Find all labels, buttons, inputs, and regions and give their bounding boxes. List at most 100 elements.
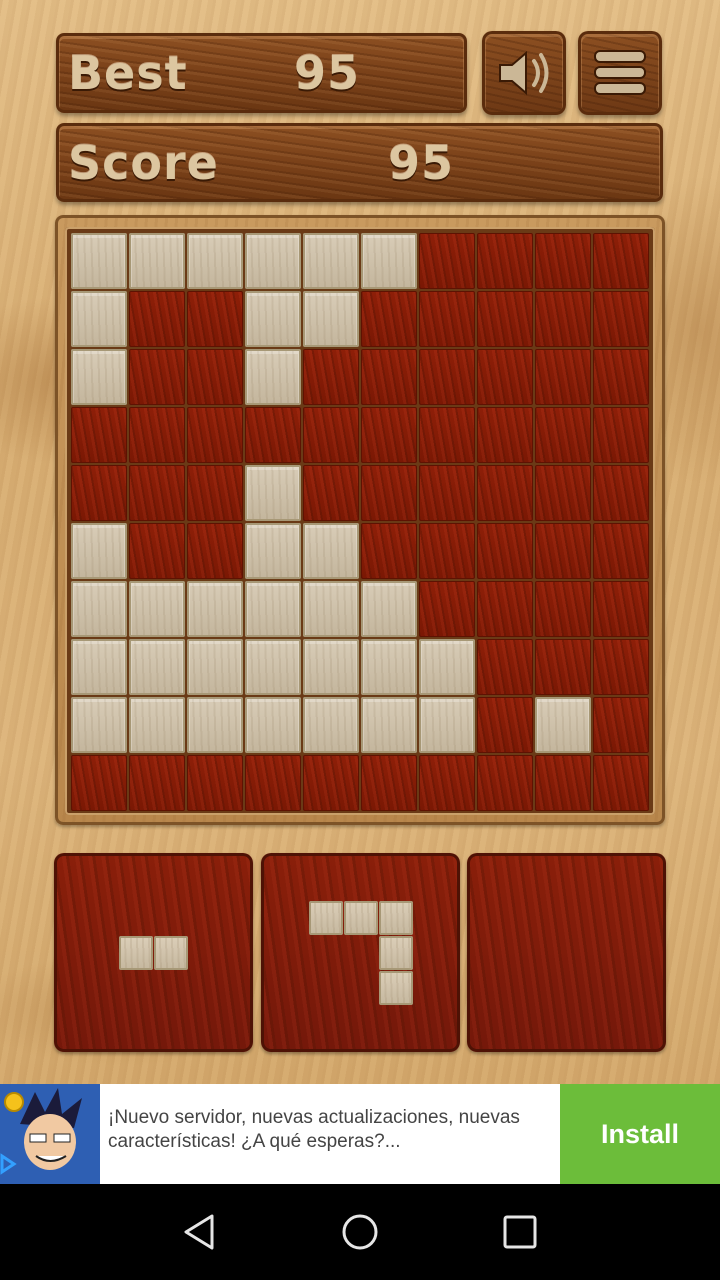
horizontal-domino-block[interactable] (119, 936, 153, 970)
board-cell-empty[interactable] (187, 291, 243, 347)
board-cell-empty[interactable] (535, 755, 591, 811)
board-cell-filled[interactable] (245, 349, 301, 405)
board-cell-empty[interactable] (187, 523, 243, 579)
board-cell-filled[interactable] (129, 233, 185, 289)
board-cell-empty[interactable] (477, 291, 533, 347)
board-cell-empty[interactable] (535, 523, 591, 579)
hook-piece-block[interactable] (379, 936, 413, 970)
hook-piece-block[interactable] (309, 901, 343, 935)
board-cell-empty[interactable] (477, 349, 533, 405)
board-cell-empty[interactable] (187, 349, 243, 405)
board-cell-filled[interactable] (245, 465, 301, 521)
board-cell-empty[interactable] (361, 465, 417, 521)
board-cell-filled[interactable] (245, 291, 301, 347)
board-cell-filled[interactable] (535, 697, 591, 753)
board-cell-filled[interactable] (71, 523, 127, 579)
board-cell-filled[interactable] (303, 697, 359, 753)
board-cell-filled[interactable] (129, 581, 185, 637)
board-cell-empty[interactable] (593, 697, 649, 753)
board-cell-filled[interactable] (71, 349, 127, 405)
board-cell-filled[interactable] (71, 581, 127, 637)
board-cell-empty[interactable] (593, 407, 649, 463)
board-cell-empty[interactable] (245, 407, 301, 463)
board-cell-empty[interactable] (535, 349, 591, 405)
board-cell-filled[interactable] (245, 233, 301, 289)
board-cell-empty[interactable] (593, 465, 649, 521)
board-cell-empty[interactable] (187, 465, 243, 521)
board-cell-empty[interactable] (187, 407, 243, 463)
board-cell-filled[interactable] (71, 291, 127, 347)
board-cell-filled[interactable] (245, 523, 301, 579)
board-cell-empty[interactable] (593, 233, 649, 289)
piece-tray-1[interactable] (54, 853, 253, 1052)
board-cell-filled[interactable] (71, 233, 127, 289)
board-cell-filled[interactable] (187, 233, 243, 289)
board-cell-empty[interactable] (419, 291, 475, 347)
board-cell-filled[interactable] (303, 233, 359, 289)
board-cell-empty[interactable] (477, 407, 533, 463)
install-button[interactable]: Install (560, 1084, 720, 1184)
board-cell-empty[interactable] (361, 349, 417, 405)
board-cell-empty[interactable] (593, 349, 649, 405)
board-cell-empty[interactable] (419, 755, 475, 811)
board-cell-empty[interactable] (71, 407, 127, 463)
board-cell-filled[interactable] (187, 581, 243, 637)
board-cell-filled[interactable] (419, 639, 475, 695)
board-cell-empty[interactable] (129, 755, 185, 811)
board-cell-empty[interactable] (477, 581, 533, 637)
board-cell-empty[interactable] (129, 349, 185, 405)
menu-button[interactable] (578, 31, 662, 115)
board-cell-empty[interactable] (477, 523, 533, 579)
board-cell-filled[interactable] (245, 639, 301, 695)
board-cell-filled[interactable] (303, 639, 359, 695)
ad-banner[interactable]: ¡Nuevo servidor, nuevas actualizaciones,… (0, 1084, 720, 1184)
board-cell-filled[interactable] (187, 697, 243, 753)
hook-piece-block[interactable] (379, 971, 413, 1005)
board-cell-filled[interactable] (129, 697, 185, 753)
board-cell-empty[interactable] (361, 291, 417, 347)
board-cell-empty[interactable] (593, 523, 649, 579)
board-cell-filled[interactable] (71, 639, 127, 695)
board-cell-empty[interactable] (593, 755, 649, 811)
board-cell-filled[interactable] (361, 697, 417, 753)
hook-piece-block[interactable] (344, 901, 378, 935)
board-cell-empty[interactable] (535, 465, 591, 521)
board-cell-empty[interactable] (187, 755, 243, 811)
sound-button[interactable] (482, 31, 566, 115)
board-cell-filled[interactable] (303, 523, 359, 579)
board-cell-empty[interactable] (477, 233, 533, 289)
board-cell-empty[interactable] (477, 697, 533, 753)
board-cell-filled[interactable] (361, 639, 417, 695)
board-cell-empty[interactable] (419, 349, 475, 405)
board-cell-filled[interactable] (129, 639, 185, 695)
board-cell-empty[interactable] (477, 755, 533, 811)
board-cell-empty[interactable] (477, 639, 533, 695)
board-cell-filled[interactable] (303, 291, 359, 347)
board-cell-empty[interactable] (71, 755, 127, 811)
recents-square-icon[interactable] (500, 1212, 540, 1252)
board-cell-filled[interactable] (361, 233, 417, 289)
board-cell-empty[interactable] (129, 465, 185, 521)
board-cell-empty[interactable] (361, 407, 417, 463)
ad-text[interactable]: ¡Nuevo servidor, nuevas actualizaciones,… (108, 1106, 548, 1154)
home-circle-icon[interactable] (340, 1212, 380, 1252)
board-cell-empty[interactable] (535, 581, 591, 637)
board-cell-empty[interactable] (129, 291, 185, 347)
board-cell-empty[interactable] (593, 291, 649, 347)
board-cell-filled[interactable] (71, 697, 127, 753)
board-cell-empty[interactable] (303, 349, 359, 405)
board-cell-empty[interactable] (245, 755, 301, 811)
board-cell-filled[interactable] (361, 581, 417, 637)
board-cell-empty[interactable] (129, 407, 185, 463)
board-cell-empty[interactable] (419, 581, 475, 637)
board-cell-empty[interactable] (535, 291, 591, 347)
board-cell-empty[interactable] (419, 233, 475, 289)
board-cell-filled[interactable] (303, 581, 359, 637)
board-cell-empty[interactable] (477, 465, 533, 521)
board-cell-empty[interactable] (303, 465, 359, 521)
piece-tray-2[interactable] (261, 853, 460, 1052)
board-cell-empty[interactable] (361, 523, 417, 579)
board-cell-empty[interactable] (535, 233, 591, 289)
board-cell-filled[interactable] (419, 697, 475, 753)
board-cell-empty[interactable] (419, 523, 475, 579)
